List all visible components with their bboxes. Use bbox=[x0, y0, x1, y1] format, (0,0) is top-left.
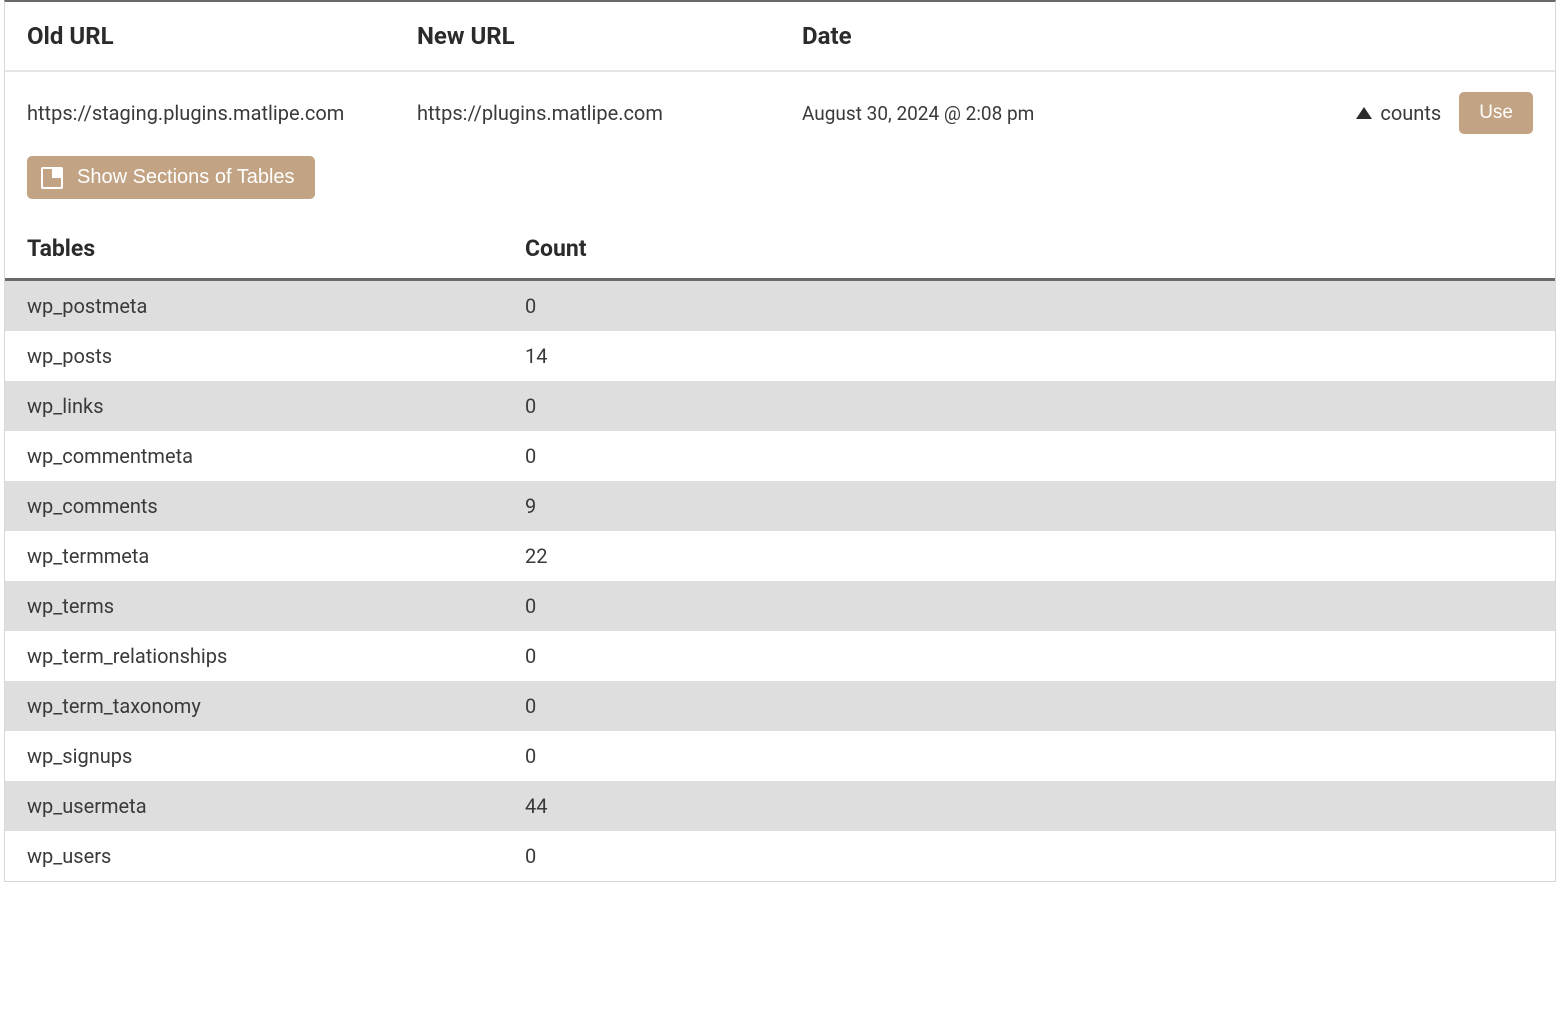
table-row: wp_term_taxonomy0 bbox=[5, 681, 1555, 731]
cell-table-name: wp_commentmeta bbox=[27, 444, 525, 468]
th-count: Count bbox=[525, 235, 1533, 262]
cell-count: 0 bbox=[525, 644, 1533, 668]
cell-table-name: wp_comments bbox=[27, 494, 525, 518]
cell-table-name: wp_term_relationships bbox=[27, 644, 525, 668]
old-url-value: https://staging.plugins.matlipe.com bbox=[27, 101, 417, 125]
counts-toggle-label: counts bbox=[1380, 101, 1441, 125]
cell-count: 0 bbox=[525, 694, 1533, 718]
table-body: wp_postmeta0wp_posts14wp_links0wp_commen… bbox=[5, 281, 1555, 881]
show-sections-label: Show Sections of Tables bbox=[77, 166, 295, 189]
cell-count: 22 bbox=[525, 544, 1533, 568]
triangle-up-icon bbox=[1356, 107, 1372, 119]
cell-table-name: wp_postmeta bbox=[27, 294, 525, 318]
cell-table-name: wp_termmeta bbox=[27, 544, 525, 568]
cell-table-name: wp_term_taxonomy bbox=[27, 694, 525, 718]
header-date: Date bbox=[802, 22, 1533, 50]
table-row: wp_links0 bbox=[5, 381, 1555, 431]
table-row: wp_comments9 bbox=[5, 481, 1555, 531]
header-row: Old URL New URL Date bbox=[5, 2, 1555, 72]
use-button[interactable]: Use bbox=[1459, 92, 1533, 134]
date-value: August 30, 2024 @ 2:08 pm bbox=[802, 102, 1356, 125]
cell-count: 0 bbox=[525, 844, 1533, 868]
table-row: wp_term_relationships0 bbox=[5, 631, 1555, 681]
table-row: wp_users0 bbox=[5, 831, 1555, 881]
counts-toggle[interactable]: counts bbox=[1356, 101, 1441, 125]
cell-table-name: wp_usermeta bbox=[27, 794, 525, 818]
table-row: wp_posts14 bbox=[5, 331, 1555, 381]
table-header: Tables Count bbox=[5, 221, 1555, 281]
show-sections-button[interactable]: Show Sections of Tables bbox=[27, 156, 315, 199]
cell-count: 0 bbox=[525, 294, 1533, 318]
cell-count: 14 bbox=[525, 344, 1533, 368]
table-row: wp_usermeta44 bbox=[5, 781, 1555, 831]
info-row: https://staging.plugins.matlipe.com http… bbox=[5, 72, 1555, 146]
table-row: wp_terms0 bbox=[5, 581, 1555, 631]
cell-count: 9 bbox=[525, 494, 1533, 518]
cell-table-name: wp_terms bbox=[27, 594, 525, 618]
cell-table-name: wp_users bbox=[27, 844, 525, 868]
cell-table-name: wp_links bbox=[27, 394, 525, 418]
cell-count: 0 bbox=[525, 394, 1533, 418]
table-row: wp_commentmeta0 bbox=[5, 431, 1555, 481]
info-actions: counts Use bbox=[1356, 92, 1533, 134]
table-row: wp_postmeta0 bbox=[5, 281, 1555, 331]
cell-count: 0 bbox=[525, 594, 1533, 618]
header-new-url: New URL bbox=[417, 22, 802, 50]
main-panel: Old URL New URL Date https://staging.plu… bbox=[4, 0, 1556, 882]
cell-table-name: wp_posts bbox=[27, 344, 525, 368]
new-url-value: https://plugins.matlipe.com bbox=[417, 101, 802, 125]
th-tables: Tables bbox=[27, 235, 525, 262]
cell-count: 0 bbox=[525, 444, 1533, 468]
cell-count: 0 bbox=[525, 744, 1533, 768]
cell-table-name: wp_signups bbox=[27, 744, 525, 768]
header-old-url: Old URL bbox=[27, 22, 417, 50]
table-row: wp_signups0 bbox=[5, 731, 1555, 781]
sections-icon bbox=[41, 167, 63, 189]
cell-count: 44 bbox=[525, 794, 1533, 818]
table-row: wp_termmeta22 bbox=[5, 531, 1555, 581]
